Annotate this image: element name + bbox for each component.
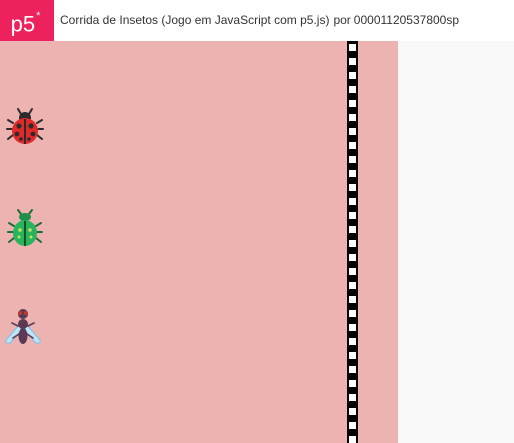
author-link[interactable]: 00001120537800sp <box>354 13 459 27</box>
logo-text: p5 <box>10 11 36 37</box>
sketch-title-line: Corrida de Insetos (Jogo em JavaScript c… <box>60 13 459 27</box>
finish-line-checkers <box>349 41 356 443</box>
finish-line <box>347 41 358 443</box>
fly-icon <box>5 309 41 344</box>
ladybug-icon <box>6 108 44 144</box>
p5-logo[interactable]: p5* <box>0 0 54 41</box>
game-canvas[interactable] <box>0 41 398 443</box>
beetle-icon <box>7 209 43 246</box>
sketch-title[interactable]: Corrida de Insetos (Jogo em JavaScript c… <box>60 13 329 27</box>
editor-header: p5* Corrida de Insetos (Jogo em JavaScri… <box>0 0 514 41</box>
by-label: por <box>333 13 351 27</box>
logo-asterisk: * <box>36 10 41 22</box>
